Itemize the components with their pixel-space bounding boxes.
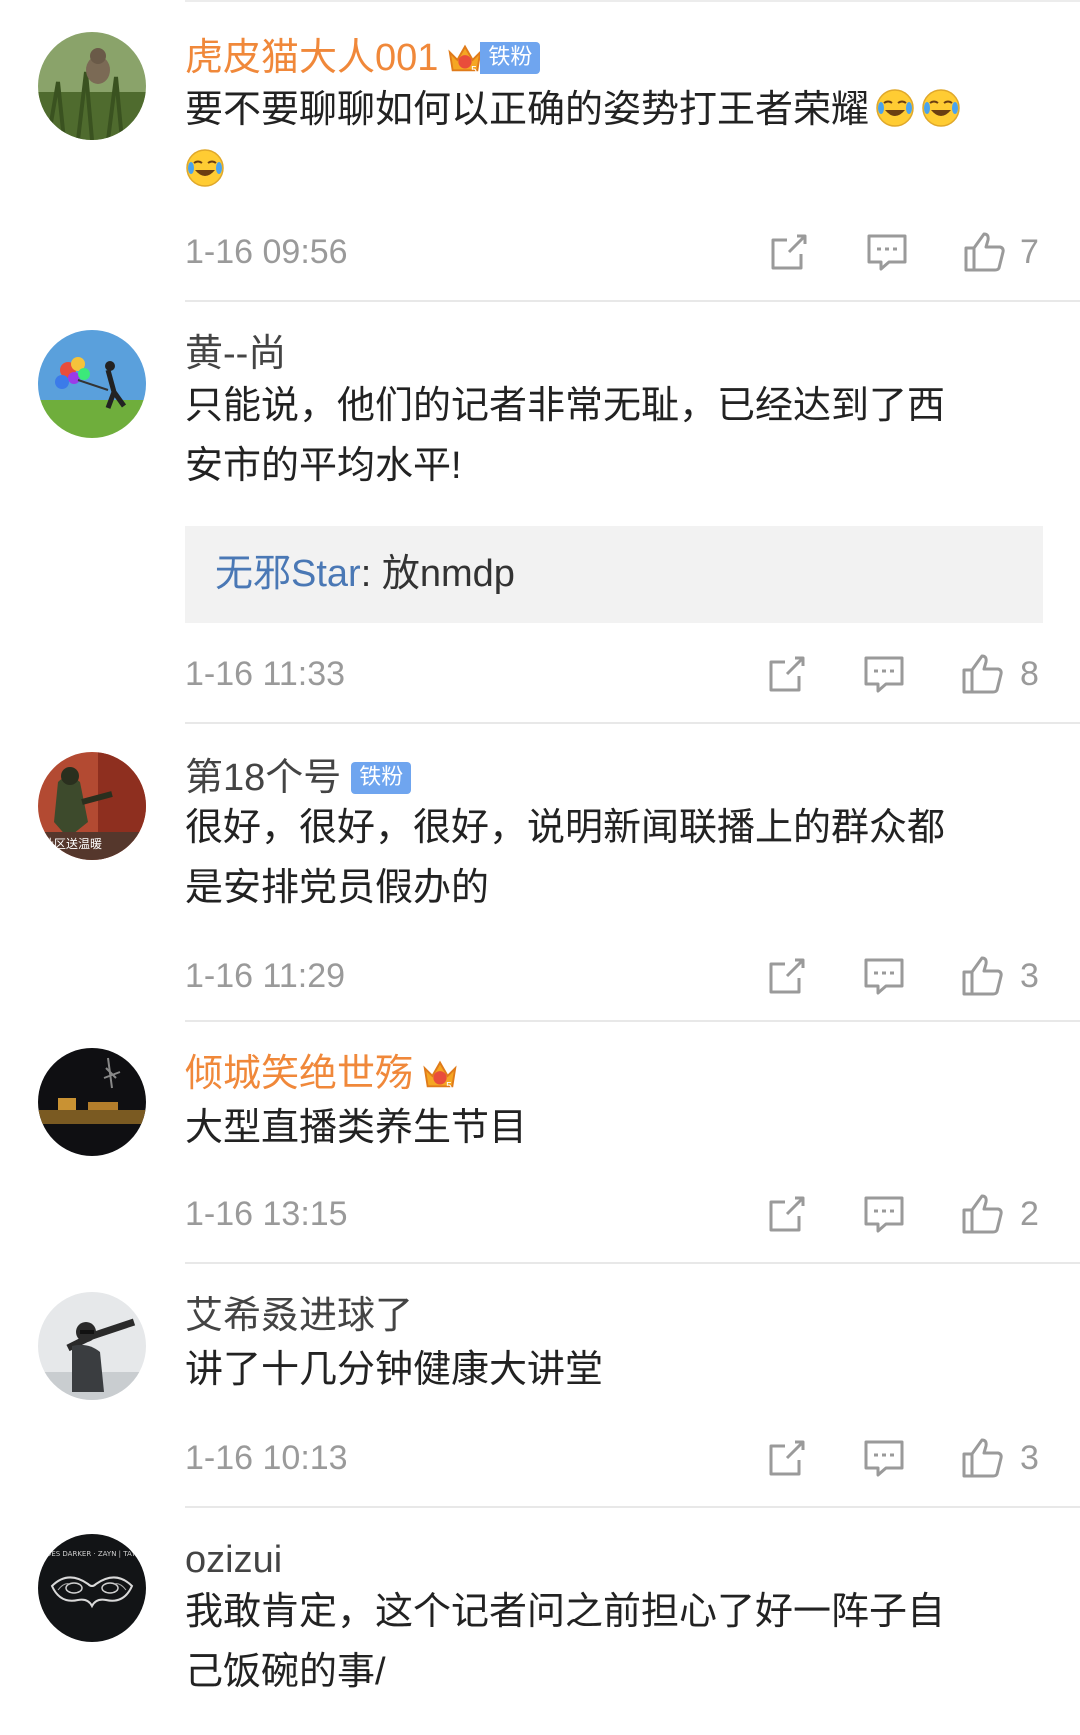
comment-text: 我敢肯定，这个记者问之前担心了好一阵子自己饭碗的事/ [185, 1591, 946, 1693]
comment-meta: 1-16 11:29 3 [0, 952, 1080, 1000]
comment-icon[interactable] [862, 954, 906, 998]
like-count: 7 [1020, 233, 1039, 271]
share-icon[interactable] [765, 1436, 809, 1480]
username-text: ozizui [185, 1539, 283, 1581]
avatar-caption: FIFTY SHADES DARKER · ZAYN | TAYLOR SWIF… [38, 1550, 146, 1558]
username[interactable]: 倾城笑绝世殇 5 [185, 1050, 459, 1098]
thumbs-up-icon[interactable] [960, 1436, 1004, 1480]
avatar[interactable] [38, 1292, 146, 1400]
comment-icon[interactable] [862, 652, 906, 696]
avatar[interactable] [38, 32, 146, 140]
comment-text-content: 要不要聊聊如何以正确的姿势打王者荣耀 [185, 89, 870, 131]
fan-badge: 铁粉 [351, 762, 412, 794]
comment-item: 艾希叒进球了 讲了十几分钟健康大讲堂 1-16 10:13 3 [0, 1264, 1080, 1506]
username-text: 虎皮猫大人001 [185, 37, 439, 79]
comment-icon[interactable] [862, 1192, 906, 1236]
thumbs-up-icon[interactable] [962, 230, 1006, 274]
comment-icon[interactable] [865, 230, 909, 274]
comment-meta: 1-16 11:33 8 [0, 650, 1080, 698]
username[interactable]: 虎皮猫大人001 5 铁粉 [185, 34, 541, 82]
avatar[interactable]: FIFTY SHADES DARKER · ZAYN | TAYLOR SWIF… [38, 1534, 146, 1642]
laugh-cry-emoji-icon [922, 89, 960, 127]
reply-preview[interactable]: 无邪Star: 放nmdp [185, 526, 1043, 623]
timestamp: 1-16 09:56 [185, 233, 348, 271]
avatar-caption: 社区送温暖 [42, 836, 102, 851]
comment-item: 倾城笑绝世殇 5 大型直播类养生节目 1-16 13:15 2 [0, 1022, 1080, 1262]
avatar[interactable] [38, 330, 146, 438]
share-icon[interactable] [765, 652, 809, 696]
username[interactable]: 黄--尚 [185, 330, 286, 378]
username-text: 倾城笑绝世殇 [185, 1053, 414, 1095]
comment-icon[interactable] [862, 1436, 906, 1480]
username[interactable]: ozizui [185, 1536, 282, 1584]
fan-badge: 铁粉 [480, 42, 541, 74]
comment-meta: 1-16 09:56 7 [0, 228, 1080, 276]
thumbs-up-icon[interactable] [960, 652, 1004, 696]
comment-text: 讲了十几分钟健康大讲堂 [185, 1349, 604, 1391]
vip-crown-icon: 5 [423, 1060, 457, 1093]
comment-item: 虎皮猫大人001 5 铁粉 要不要聊聊如何以正确的姿势打王者荣耀 1-16 09… [0, 0, 1080, 300]
avatar[interactable] [38, 1048, 146, 1156]
username-text: 艾希叒进球了 [185, 1295, 414, 1337]
share-icon[interactable] [767, 230, 811, 274]
username-text: 第18个号 [185, 757, 342, 799]
like-count: 8 [1020, 655, 1039, 693]
timestamp: 1-16 11:33 [185, 655, 346, 693]
reply-text: 放nmdp [381, 553, 515, 595]
svg-text:5: 5 [446, 1081, 453, 1093]
comment-item: 社区送温暖 第18个号 铁粉 很好，很好，很好，说明新闻联播上的群众都是安排党员… [0, 724, 1080, 1020]
reply-separator: : [360, 553, 382, 595]
username-text: 黄--尚 [185, 333, 287, 375]
reply-username[interactable]: 无邪Star [215, 553, 361, 595]
comment-meta: 1-16 10:13 3 [0, 1434, 1080, 1482]
share-icon[interactable] [765, 954, 809, 998]
like-count: 3 [1020, 957, 1039, 995]
comment-meta: 1-16 13:15 2 [0, 1190, 1080, 1238]
username[interactable]: 第18个号 铁粉 [185, 754, 412, 802]
comment-text: 很好，很好，很好，说明新闻联播上的群众都是安排党员假办的 [185, 807, 946, 909]
username[interactable]: 艾希叒进球了 [185, 1292, 413, 1340]
comment-item: 黄--尚 只能说，他们的记者非常无耻，已经达到了西安市的平均水平! 无邪Star… [0, 302, 1080, 722]
comment-text: 要不要聊聊如何以正确的姿势打王者荣耀 [185, 80, 1015, 200]
like-count: 3 [1020, 1439, 1039, 1477]
timestamp: 1-16 11:29 [185, 957, 346, 995]
share-icon[interactable] [765, 1192, 809, 1236]
comment-text: 只能说，他们的记者非常无耻，已经达到了西安市的平均水平! [185, 385, 946, 487]
comment-item: FIFTY SHADES DARKER · ZAYN | TAYLOR SWIF… [0, 1508, 1080, 1735]
thumbs-up-icon[interactable] [960, 1192, 1004, 1236]
timestamp: 1-16 10:13 [185, 1439, 348, 1477]
vip-crown-icon: 5 [448, 44, 483, 77]
timestamp: 1-16 13:15 [185, 1195, 348, 1233]
thumbs-up-icon[interactable] [960, 954, 1004, 998]
laugh-cry-emoji-icon [186, 149, 224, 187]
like-count: 2 [1020, 1195, 1039, 1233]
avatar[interactable]: 社区送温暖 [38, 752, 146, 860]
laugh-cry-emoji-icon [876, 89, 914, 127]
comment-text: 大型直播类养生节目 [185, 1107, 528, 1149]
svg-text:5: 5 [471, 65, 478, 77]
